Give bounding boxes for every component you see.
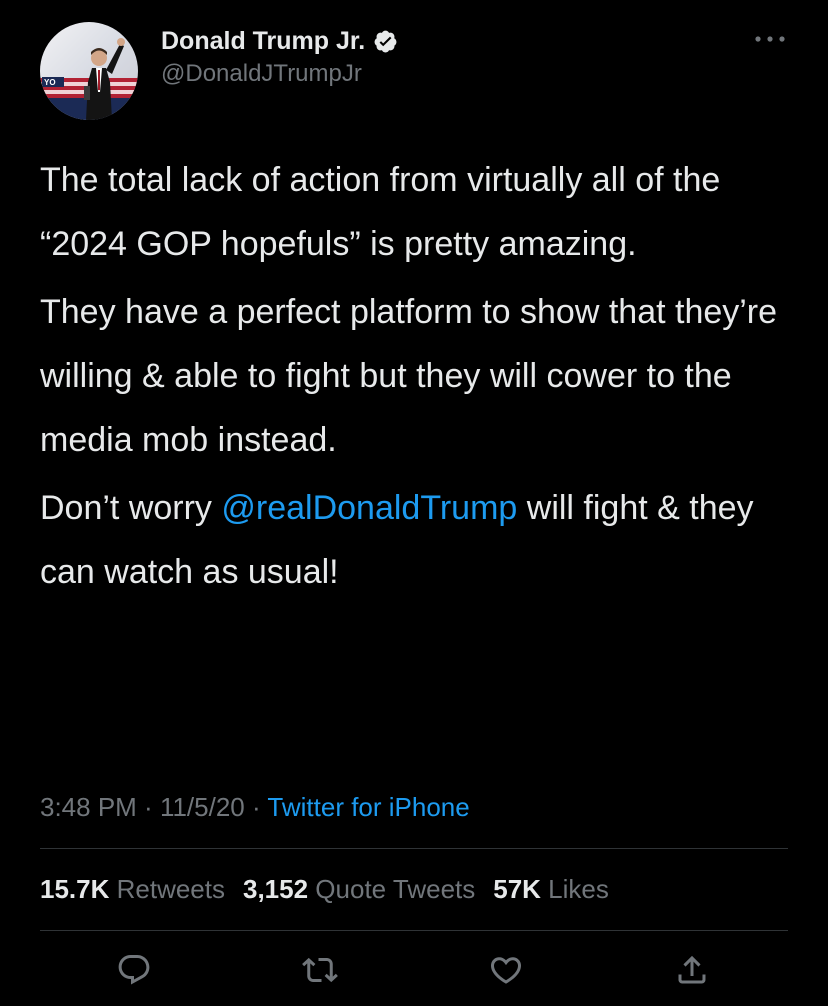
author-handle[interactable]: @DonaldJTrumpJr [161, 60, 362, 88]
reply-button[interactable] [112, 950, 156, 994]
likes-count: 57K [493, 874, 541, 904]
avatar[interactable]: YO [40, 22, 138, 120]
likes-label: Likes [540, 874, 609, 904]
retweet-icon [302, 952, 338, 993]
author-name-row: Donald Trump Jr. [161, 24, 398, 58]
tweet-text: The total lack of action from virtually … [40, 148, 800, 604]
share-button[interactable] [670, 950, 714, 994]
svg-text:YO: YO [44, 78, 56, 87]
tweet-date[interactable]: 11/5/20 [160, 792, 245, 822]
tweet-paragraph: Don’t worry @realDonaldTrump will fight … [40, 476, 800, 604]
share-icon [674, 952, 710, 993]
more-options-icon[interactable] [752, 32, 788, 44]
retweets-count: 15.7K [40, 874, 110, 904]
tweet-text-segment: Don’t worry [40, 489, 222, 527]
tweet-time[interactable]: 3:48 PM [40, 792, 137, 822]
meta-separator: · [244, 792, 268, 822]
divider [40, 848, 788, 849]
tweet-source-link[interactable]: Twitter for iPhone [267, 792, 469, 822]
retweet-button[interactable] [298, 950, 342, 994]
divider [40, 930, 788, 931]
retweets-stat[interactable]: 15.7K Retweets [40, 874, 225, 904]
retweets-label: Retweets [109, 874, 225, 904]
quote-tweets-label: Quote Tweets [308, 874, 476, 904]
quote-tweets-count: 3,152 [243, 874, 309, 904]
verified-badge-icon [373, 29, 398, 54]
heart-icon [488, 952, 524, 993]
tweet-stats: 15.7K Retweets 3,152 Quote Tweets 57K Like… [40, 868, 609, 910]
tweet-paragraph: The total lack of action from virtually … [40, 161, 721, 263]
tweet-action-bar [0, 950, 828, 994]
likes-stat[interactable]: 57K Likes [493, 874, 609, 904]
meta-separator: · [136, 792, 160, 822]
tweet-meta: 3:48 PM · 11/5/20 · Twitter for iPhone [40, 786, 470, 828]
quote-tweets-stat[interactable]: 3,152 Quote Tweets [243, 874, 475, 904]
author-name[interactable]: Donald Trump Jr. [161, 27, 365, 56]
like-button[interactable] [484, 950, 528, 994]
tweet-paragraph: They have a perfect platform to show tha… [40, 293, 778, 459]
mention-link[interactable]: @realDonaldTrump [221, 489, 517, 527]
reply-icon [116, 952, 152, 993]
